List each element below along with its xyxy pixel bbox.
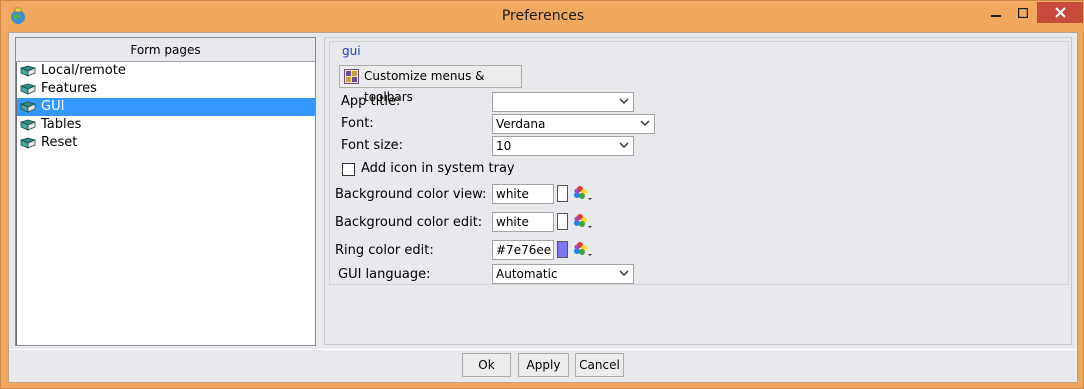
- chevron-down-icon: [640, 120, 650, 126]
- ok-button[interactable]: Ok: [462, 353, 511, 377]
- bg-view-value: white: [496, 187, 529, 201]
- color-picker-icon[interactable]: [573, 185, 595, 203]
- tree-item-label: GUI: [41, 99, 65, 114]
- footer-divider: [9, 349, 1077, 350]
- form-pages-tree[interactable]: Form pages Local/remote Features GUI Tab…: [15, 37, 316, 346]
- bg-edit-label: Background color edit:: [335, 215, 483, 230]
- chevron-down-icon: [619, 98, 629, 104]
- color-picker-icon[interactable]: [573, 213, 595, 231]
- app-title-label: App title:: [341, 94, 401, 109]
- tree-item-features[interactable]: Features: [17, 80, 315, 98]
- font-size-label: Font size:: [341, 138, 404, 153]
- ring-color-value: #7e76ee: [496, 243, 552, 257]
- book-icon: [20, 83, 36, 95]
- chevron-down-icon: [619, 142, 629, 148]
- bg-view-swatch: [557, 185, 568, 202]
- book-icon: [20, 137, 36, 149]
- bg-view-color-input[interactable]: white: [492, 184, 554, 204]
- gui-language-value: Automatic: [496, 267, 558, 281]
- book-icon: [20, 119, 36, 131]
- tree-item-label: Features: [41, 81, 97, 96]
- font-label: Font:: [341, 116, 374, 131]
- tree-item-local-remote[interactable]: Local/remote: [17, 62, 315, 80]
- dialog-body: Form pages Local/remote Features GUI Tab…: [8, 32, 1078, 383]
- book-icon: [20, 65, 36, 77]
- gui-settings-panel: gui Customize menus & toolbars App title…: [324, 37, 1072, 345]
- font-value: Verdana: [496, 117, 546, 131]
- gui-group: gui Customize menus & toolbars App title…: [329, 41, 1069, 285]
- ring-color-input[interactable]: #7e76ee: [492, 240, 554, 260]
- gui-language-label: GUI language:: [338, 267, 431, 282]
- color-picker-icon[interactable]: [573, 241, 595, 259]
- tray-checkbox[interactable]: [342, 163, 355, 176]
- book-icon: [20, 101, 36, 113]
- tree-item-reset[interactable]: Reset: [17, 134, 315, 152]
- bg-edit-swatch: [557, 213, 568, 230]
- window-title: Preferences: [501, 8, 585, 24]
- font-size-value: 10: [496, 139, 512, 153]
- maximize-icon: [1017, 7, 1028, 18]
- apply-button[interactable]: Apply: [518, 353, 569, 377]
- bg-view-label: Background color view:: [335, 187, 487, 202]
- group-title: gui: [342, 44, 361, 58]
- font-size-select[interactable]: 10: [492, 136, 634, 156]
- app-title-select[interactable]: [492, 92, 634, 112]
- customize-icon: [344, 69, 359, 84]
- customize-menus-button[interactable]: Customize menus & toolbars: [339, 65, 522, 104]
- tree-item-label: Tables: [41, 117, 82, 132]
- title-bar[interactable]: Preferences: [1, 1, 1084, 32]
- tree-header: Form pages: [16, 38, 315, 62]
- cancel-button[interactable]: Cancel: [575, 353, 624, 377]
- tree-item-label: Local/remote: [41, 63, 126, 78]
- minimize-icon: [990, 14, 1001, 17]
- ring-color-label: Ring color edit:: [335, 243, 434, 258]
- tree-item-label: Reset: [41, 135, 78, 150]
- bg-edit-value: white: [496, 215, 529, 229]
- tray-label[interactable]: Add icon in system tray: [361, 161, 515, 176]
- ring-color-swatch: [557, 241, 568, 258]
- minimize-button[interactable]: [982, 2, 1009, 23]
- maximize-button[interactable]: [1009, 2, 1036, 23]
- gui-language-select[interactable]: Automatic: [492, 264, 634, 284]
- tree-item-gui[interactable]: GUI: [17, 98, 315, 116]
- tree-item-tables[interactable]: Tables: [17, 116, 315, 134]
- preferences-window: Preferences Form pages Local/remote Feat…: [0, 0, 1084, 389]
- chevron-down-icon: [619, 270, 629, 276]
- font-select[interactable]: Verdana: [492, 114, 655, 134]
- close-button[interactable]: [1037, 2, 1083, 23]
- close-icon: [1054, 7, 1066, 18]
- bg-edit-color-input[interactable]: white: [492, 212, 554, 232]
